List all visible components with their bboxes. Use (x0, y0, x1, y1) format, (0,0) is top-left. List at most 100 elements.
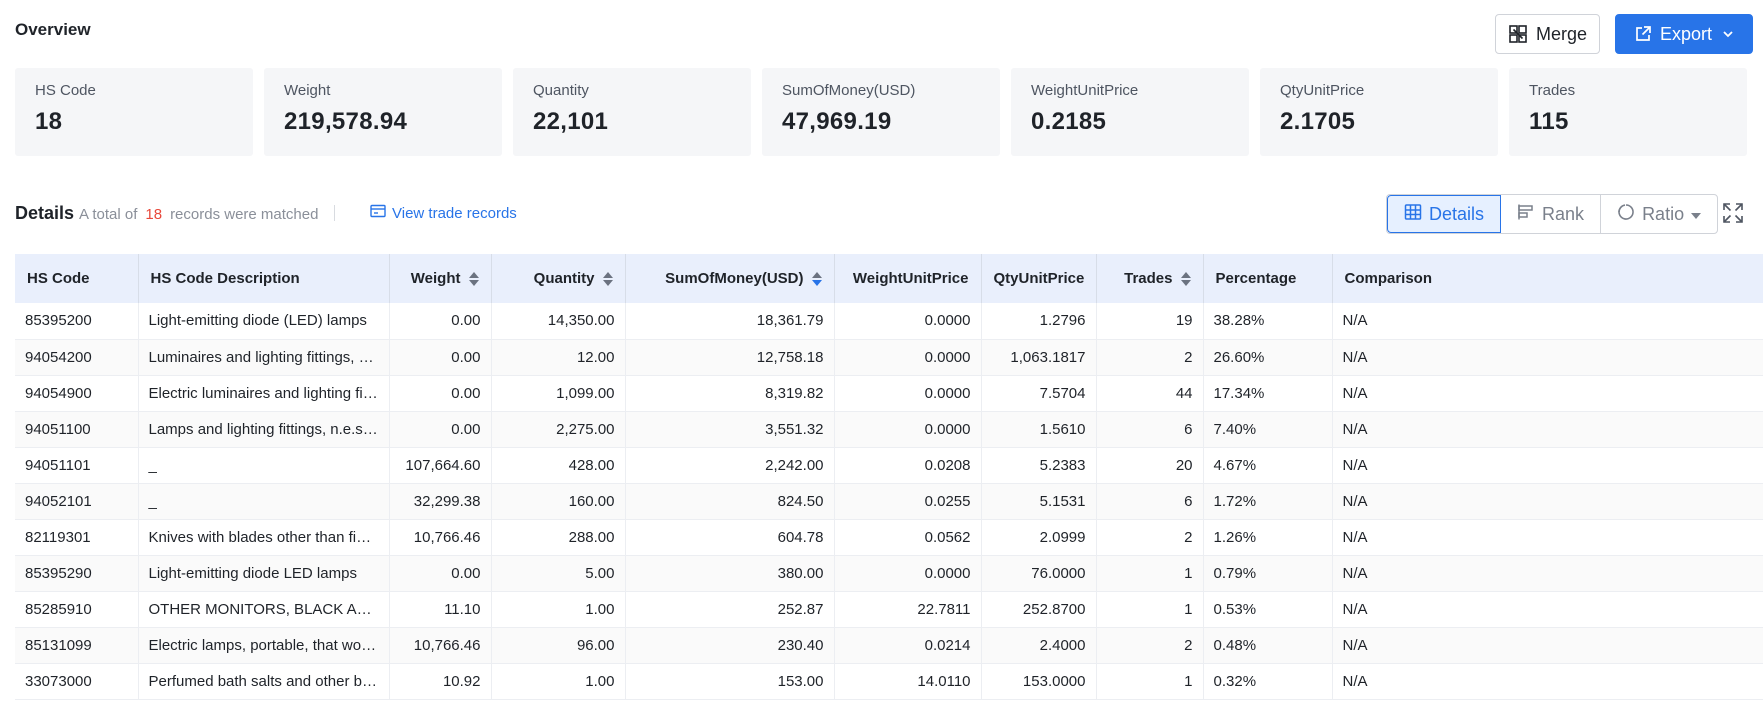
tab-rank[interactable]: Rank (1501, 195, 1602, 233)
merge-button[interactable]: Merge (1495, 14, 1600, 54)
cell-sum-of-money: 604.78 (625, 519, 835, 556)
cell-trades: 1 (1096, 663, 1204, 700)
cell-sum-of-money: 8,319.82 (625, 375, 835, 412)
col-weight-unit-price: WeightUnitPrice (834, 254, 982, 303)
cell-comparison: N/A (1332, 519, 1763, 556)
cell-sum-of-money: 2,242.00 (625, 447, 835, 484)
cell-percentage: 0.79% (1203, 555, 1333, 592)
tab-details-label: Details (1429, 203, 1485, 224)
stat-card-trades: Trades 115 (1509, 68, 1747, 156)
fullscreen-icon[interactable] (1722, 202, 1746, 226)
tab-rank-label: Rank (1542, 203, 1585, 224)
cell-hs-code: 94054900 (15, 375, 139, 412)
sort-desc-icon[interactable] (811, 272, 822, 287)
sort-icon[interactable] (1180, 272, 1191, 287)
cell-quantity: 1.00 (491, 591, 626, 628)
cell-trades: 2 (1096, 339, 1204, 376)
table-row[interactable]: 94051101 _ 107,664.60 428.00 2,242.00 0.0208 5… (15, 447, 1763, 484)
cell-hs-code: 85285910 (15, 591, 139, 628)
cell-quantity: 1,099.00 (491, 375, 626, 412)
stat-label: WeightUnitPrice (1031, 82, 1139, 99)
table-row[interactable]: 94052101 _ 32,299.38 160.00 824.50 0.0255 5.15… (15, 483, 1763, 520)
cell-comparison: N/A (1332, 447, 1763, 484)
cell-trades: 44 (1096, 375, 1204, 412)
table-row[interactable]: 82119301 Knives with blades other than fi… (15, 519, 1763, 556)
cell-comparison: N/A (1332, 339, 1763, 376)
stat-value: 2.1705 (1280, 108, 1356, 135)
caret-down-icon (1691, 204, 1702, 225)
col-percentage: Percentage (1203, 254, 1333, 303)
cell-hs-code: 85131099 (15, 627, 139, 664)
records-suffix: records were matched (170, 206, 319, 223)
table-row[interactable]: 85131099 Electric lamps, portable, that w… (15, 627, 1763, 664)
cell-hs-code: 94052101 (15, 483, 139, 520)
stat-value: 0.2185 (1031, 108, 1107, 135)
details-table: HS Code HS Code Description Weight Quant… (15, 254, 1763, 700)
cell-hs-code: 94051100 (15, 411, 139, 448)
stat-card-weight: Weight 219,578.94 (264, 68, 502, 156)
merge-label: Merge (1535, 23, 1588, 44)
table-body: 85395200 Light-emitting diode (LED) lamps… (15, 303, 1763, 700)
col-quantity[interactable]: Quantity (491, 254, 626, 303)
cell-weight-unit-price: 22.7811 (834, 591, 982, 628)
table-row[interactable]: 94054900 Electric luminaires and lighting… (15, 375, 1763, 412)
cell-percentage: 17.34% (1203, 375, 1333, 412)
cell-quantity: 160.00 (491, 483, 626, 520)
cell-sum-of-money: 252.87 (625, 591, 835, 628)
cell-qty-unit-price: 2.0999 (981, 519, 1097, 556)
cell-quantity: 1.00 (491, 663, 626, 700)
merge-icon (1508, 24, 1528, 44)
cell-weight-unit-price: 0.0562 (834, 519, 982, 556)
export-button[interactable]: Export (1615, 14, 1753, 54)
records-prefix: A total of (79, 206, 138, 223)
cell-weight-unit-price: 14.0110 (834, 663, 982, 700)
cell-weight: 0.00 (389, 339, 492, 376)
cell-sum-of-money: 12,758.18 (625, 339, 835, 376)
cell-description: Lamps and lighting fittings, n.e.s; lumi… (138, 411, 390, 448)
col-weight[interactable]: Weight (389, 254, 492, 303)
cell-comparison: N/A (1332, 555, 1763, 592)
cell-percentage: 4.67% (1203, 447, 1333, 484)
cell-weight-unit-price: 0.0214 (834, 627, 982, 664)
export-label: Export (1659, 23, 1713, 44)
cell-qty-unit-price: 1,063.1817 (981, 339, 1097, 376)
view-trade-records-link[interactable]: View trade records (370, 204, 517, 222)
cell-comparison: N/A (1332, 591, 1763, 628)
cell-trades: 1 (1096, 591, 1204, 628)
table-row[interactable]: 85285910OTHER MONITORS, BLACK AND WHITE … (15, 591, 1763, 628)
cell-trades: 2 (1096, 627, 1204, 664)
cell-sum-of-money: 824.50 (625, 483, 835, 520)
cell-sum-of-money: 380.00 (625, 555, 835, 592)
table-row[interactable]: 94054200 Luminaires and lighting fittings… (15, 339, 1763, 376)
cell-percentage: 1.72% (1203, 483, 1333, 520)
cell-weight: 11.10 (389, 591, 492, 628)
cell-trades: 1 (1096, 555, 1204, 592)
stat-label: Quantity (533, 82, 589, 99)
cell-weight: 10,766.46 (389, 519, 492, 556)
cell-weight: 10.92 (389, 663, 492, 700)
col-description: HS Code Description (138, 254, 390, 303)
sort-icon[interactable] (468, 272, 479, 287)
stat-label: HS Code (35, 82, 96, 99)
cell-hs-code: 82119301 (15, 519, 139, 556)
cell-comparison: N/A (1332, 663, 1763, 700)
sort-icon[interactable] (602, 272, 613, 287)
cell-sum-of-money: 230.40 (625, 627, 835, 664)
col-trades[interactable]: Trades (1096, 254, 1204, 303)
cell-comparison: N/A (1332, 375, 1763, 412)
tab-ratio[interactable]: Ratio (1601, 195, 1717, 233)
table-header-row: HS Code HS Code Description Weight Quant… (15, 254, 1763, 303)
table-row[interactable]: 94051100 Lamps and lighting fittings, n.e… (15, 411, 1763, 448)
table-row[interactable]: 33073000 Perfumed bath salts and other ba… (15, 663, 1763, 700)
cell-percentage: 0.32% (1203, 663, 1333, 700)
chevron-down-icon (1722, 28, 1734, 40)
col-sum-of-money[interactable]: SumOfMoney(USD) (625, 254, 835, 303)
cell-description: OTHER MONITORS, BLACK AND WHITE OR OTHER… (138, 591, 390, 628)
cell-qty-unit-price: 2.4000 (981, 627, 1097, 664)
table-row[interactable]: 85395290 Light-emitting diode LED lamps 0.… (15, 555, 1763, 592)
table-row[interactable]: 85395200 Light-emitting diode (LED) lamps… (15, 303, 1763, 340)
cell-percentage: 0.53% (1203, 591, 1333, 628)
stat-card-weight-unit-price: WeightUnitPrice 0.2185 (1011, 68, 1249, 156)
tab-details[interactable]: Details (1387, 195, 1502, 233)
grid-icon (1404, 203, 1422, 226)
